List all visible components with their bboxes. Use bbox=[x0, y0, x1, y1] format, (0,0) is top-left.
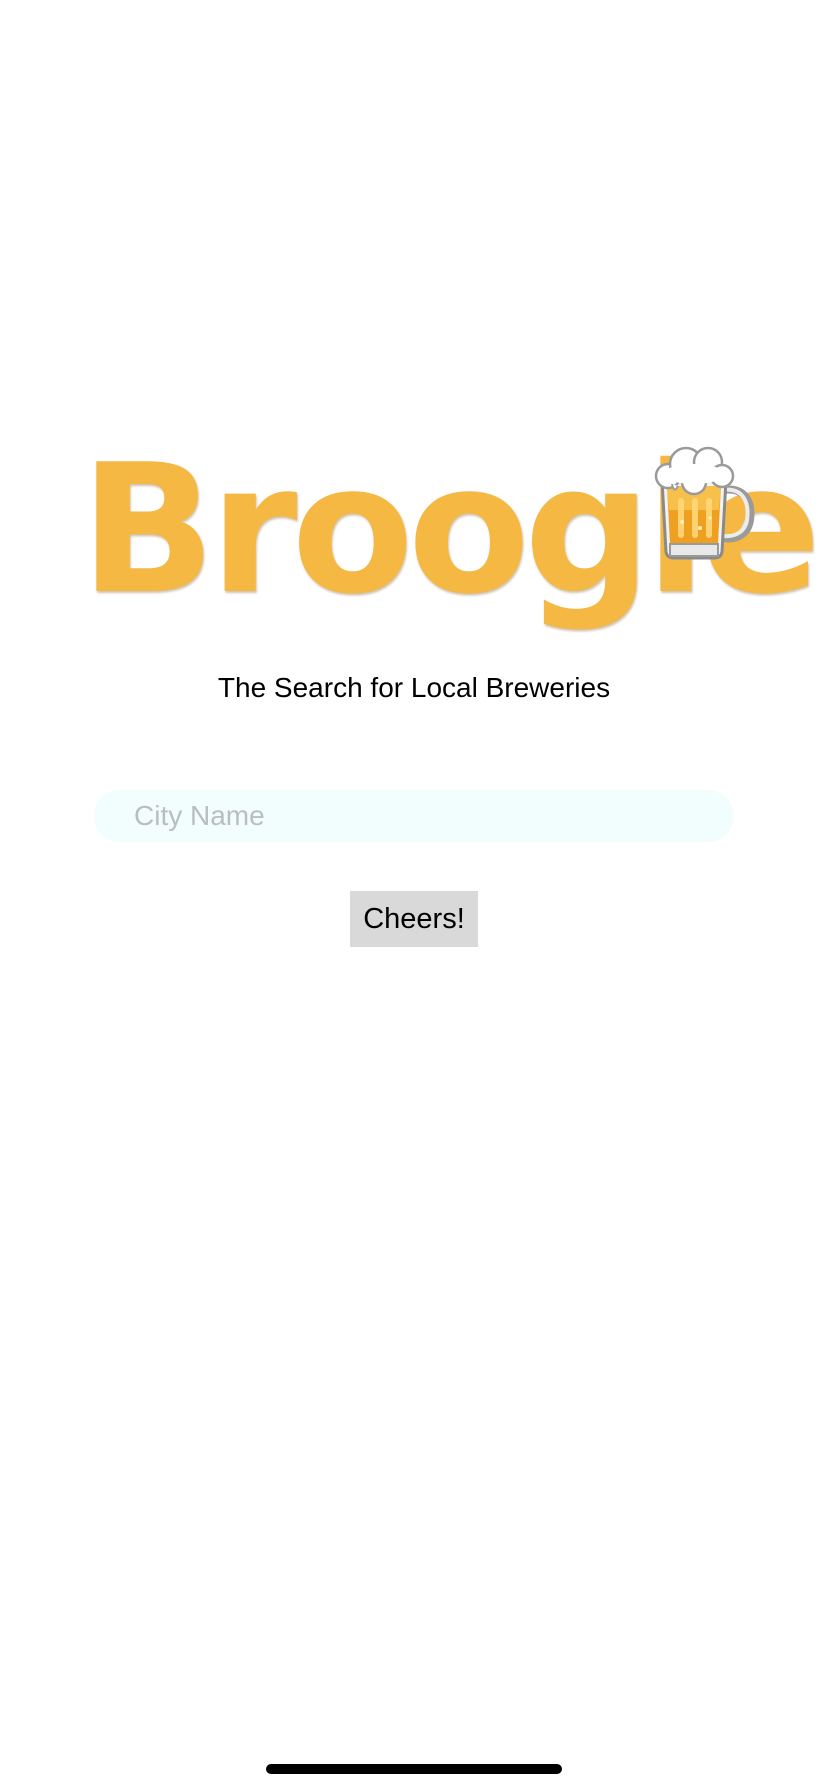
cheers-button[interactable]: Cheers! bbox=[350, 891, 478, 947]
home-indicator bbox=[266, 1764, 562, 1774]
main-screen: Broogle The Search for Local Breweries C… bbox=[0, 0, 828, 1792]
city-name-input[interactable] bbox=[94, 790, 734, 842]
tagline: The Search for Local Breweries bbox=[217, 672, 611, 703]
beer-mug-icon bbox=[654, 446, 755, 560]
